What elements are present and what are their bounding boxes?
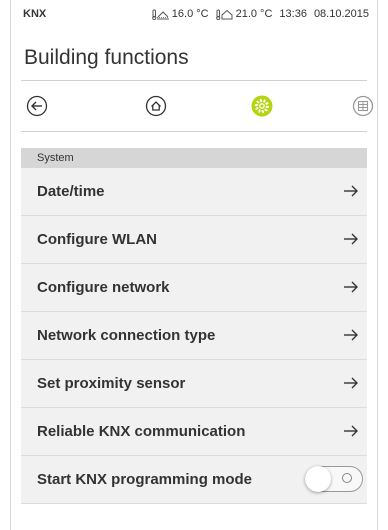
- clock-date: 08.10.2015: [313, 8, 369, 20]
- grid-icon: [352, 95, 374, 117]
- list-item-configure-network[interactable]: Configure network: [21, 264, 367, 312]
- back-button[interactable]: [21, 90, 53, 122]
- settings-button[interactable]: [246, 90, 278, 122]
- list-item-label: Start KNX programming mode: [37, 471, 253, 488]
- home-icon: [145, 95, 167, 117]
- arrow-right-icon: [344, 233, 358, 245]
- list-item-start-knx-programming-mode: Start KNX programming mode: [21, 456, 367, 504]
- status-bar: KNX 16.0 °C 21.0 °C 13:36 08.10.2015: [23, 8, 369, 24]
- list-item-date-time[interactable]: Date/time: [21, 168, 367, 216]
- settings-list: Date/time Configure WLAN Configure netwo…: [21, 168, 367, 504]
- list-item-label: Network connection type: [37, 327, 216, 344]
- grid-button[interactable]: [347, 90, 379, 122]
- outdoor-temp-value: 16.0 °C: [171, 8, 209, 20]
- indoor-thermometer-icon: [215, 9, 233, 20]
- toggle-knob: [305, 466, 331, 492]
- gear-icon: [251, 95, 273, 117]
- arrow-right-icon: [344, 425, 358, 437]
- indoor-temperature: 21.0 °C: [215, 8, 273, 20]
- back-arrow-icon: [26, 95, 48, 117]
- indoor-temp-value: 21.0 °C: [235, 8, 273, 20]
- list-item-set-proximity-sensor[interactable]: Set proximity sensor: [21, 360, 367, 408]
- list-item-configure-wlan[interactable]: Configure WLAN: [21, 216, 367, 264]
- nav-bar: [21, 90, 374, 122]
- arrow-right-icon: [344, 185, 358, 197]
- list-item-label: Date/time: [37, 183, 105, 200]
- nav-divider: [21, 131, 367, 132]
- list-item-label: Set proximity sensor: [37, 375, 186, 392]
- list-item-label: Configure WLAN: [37, 231, 157, 248]
- outdoor-thermometer-icon: [151, 9, 169, 20]
- toggle-off-indicator-icon: [342, 473, 352, 483]
- brand-label: KNX: [23, 8, 47, 20]
- arrow-right-icon: [344, 281, 358, 293]
- clock-time: 13:36: [279, 8, 307, 20]
- home-button[interactable]: [140, 90, 172, 122]
- device-frame: KNX 16.0 °C 21.0 °C 13:36 08.10.2015 Bui…: [10, 0, 378, 530]
- list-item-label: Configure network: [37, 279, 170, 296]
- list-item-label: Reliable KNX communication: [37, 423, 246, 440]
- page-title: Building functions: [24, 46, 189, 69]
- arrow-right-icon: [344, 377, 358, 389]
- list-item-reliable-knx-communication[interactable]: Reliable KNX communication: [21, 408, 367, 456]
- section-header-system: System: [21, 148, 367, 168]
- arrow-right-icon: [344, 329, 358, 341]
- title-divider: [21, 80, 367, 81]
- list-item-network-connection-type[interactable]: Network connection type: [21, 312, 367, 360]
- status-readouts: 16.0 °C 21.0 °C 13:36 08.10.2015: [151, 8, 369, 20]
- programming-mode-toggle[interactable]: [305, 466, 363, 492]
- outdoor-temperature: 16.0 °C: [151, 8, 209, 20]
